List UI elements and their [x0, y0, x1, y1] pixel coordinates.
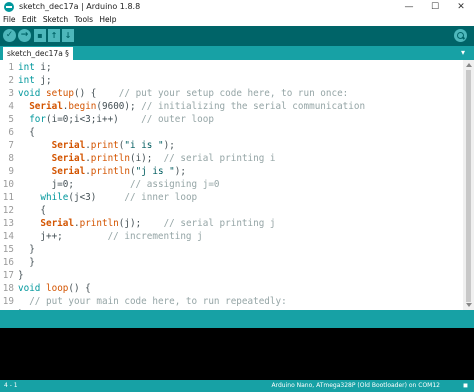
- line-number: 17: [2, 270, 14, 281]
- code-text[interactable]: }: [18, 256, 35, 269]
- output-console[interactable]: [0, 328, 474, 380]
- editor-scrollbar[interactable]: [463, 60, 474, 310]
- title-bar: sketch_dec17a | Arduino 1.8.8 — ☐ ✕: [0, 0, 474, 14]
- code-text[interactable]: Serial.print("i is ");: [18, 139, 175, 152]
- menu-file[interactable]: File: [3, 14, 16, 26]
- line-number: 11: [2, 192, 14, 203]
- menu-bar: File Edit Sketch Tools Help: [0, 14, 474, 26]
- tab-sketch[interactable]: sketch_dec17a §: [3, 47, 73, 60]
- line-number: 4: [8, 101, 14, 112]
- code-text[interactable]: void loop() {: [18, 282, 91, 295]
- code-line[interactable]: 3 void setup() { // put your setup code h…: [0, 87, 463, 100]
- new-sketch-button[interactable]: ▪: [34, 29, 46, 42]
- code-line[interactable]: 15 }: [0, 243, 463, 256]
- code-line[interactable]: 7 Serial.print("i is ");: [0, 139, 463, 152]
- scroll-down-icon[interactable]: [466, 303, 472, 307]
- toolbar: ✓ → ▪ ↑ ↓: [0, 26, 474, 46]
- status-bar: 4 - 1 Arduino Nano, ATmega328P (Old Boot…: [0, 380, 474, 392]
- scrollbar-thumb[interactable]: [466, 70, 471, 302]
- menu-sketch[interactable]: Sketch: [43, 14, 68, 26]
- line-number: 18: [2, 283, 14, 294]
- code-text[interactable]: int j;: [18, 74, 52, 87]
- code-text[interactable]: Serial.begin(9600); // initializing the …: [18, 100, 365, 113]
- code-line[interactable]: 11 while(j<3) // inner loop: [0, 191, 463, 204]
- code-line[interactable]: 12 {: [0, 204, 463, 217]
- line-number: 19: [2, 296, 14, 307]
- code-line[interactable]: 19 // put your main code here, to run re…: [0, 295, 463, 308]
- open-sketch-button[interactable]: ↑: [48, 29, 60, 42]
- code-text[interactable]: Serial.println("j is ");: [18, 165, 186, 178]
- line-number: 15: [2, 244, 14, 255]
- tab-row: sketch_dec17a § ▾: [0, 46, 474, 60]
- menu-edit[interactable]: Edit: [22, 14, 37, 26]
- code-line[interactable]: 9 Serial.println("j is ");: [0, 165, 463, 178]
- code-text[interactable]: {: [18, 204, 46, 217]
- code-text[interactable]: for(i=0;i<3;i++) // outer loop: [18, 113, 214, 126]
- code-text[interactable]: j=0; // assigning j=0: [18, 178, 220, 191]
- verify-button[interactable]: ✓: [3, 29, 16, 42]
- code-line[interactable]: 2 int j;: [0, 74, 463, 87]
- code-text[interactable]: j++; // incrementing j: [18, 230, 202, 243]
- line-number: 5: [8, 114, 14, 125]
- message-area: [0, 310, 474, 328]
- code-line[interactable]: 5 for(i=0;i<3;i++) // outer loop: [0, 113, 463, 126]
- code-text[interactable]: // put your main code here, to run repea…: [18, 295, 286, 308]
- cursor-line-number: 4 - 1: [4, 382, 18, 389]
- line-number: 14: [2, 231, 14, 242]
- minimize-button[interactable]: —: [396, 0, 422, 14]
- code-editor[interactable]: 1 int i; 2 int j; 3 void setup() { // put you…: [0, 60, 463, 310]
- code-text[interactable]: int i;: [18, 61, 52, 74]
- line-number: 7: [8, 140, 14, 151]
- code-line[interactable]: 4 Serial.begin(9600); // initializing th…: [0, 100, 463, 113]
- scroll-up-icon[interactable]: [466, 63, 472, 67]
- arduino-logo-icon: [4, 2, 14, 12]
- line-number: 1: [8, 62, 14, 73]
- code-text[interactable]: Serial.println(i); // serial printing i: [18, 152, 276, 165]
- code-line[interactable]: 1 int i;: [0, 61, 463, 74]
- line-number: 6: [8, 127, 14, 138]
- code-line[interactable]: 8 Serial.println(i); // serial printing …: [0, 152, 463, 165]
- maximize-button[interactable]: ☐: [422, 0, 448, 14]
- line-number: 13: [2, 218, 14, 229]
- line-number: 16: [2, 257, 14, 268]
- status-toggle-icon: ◼: [463, 382, 468, 389]
- line-number: 8: [8, 153, 14, 164]
- code-line[interactable]: 16 }: [0, 256, 463, 269]
- tab-menu-icon[interactable]: ▾: [458, 48, 468, 58]
- code-line[interactable]: 6 {: [0, 126, 463, 139]
- save-sketch-button[interactable]: ↓: [62, 29, 74, 42]
- line-number: 9: [8, 166, 14, 177]
- menu-help[interactable]: Help: [99, 14, 116, 26]
- line-number: 12: [2, 205, 14, 216]
- code-line[interactable]: 17}: [0, 269, 463, 282]
- code-text[interactable]: while(j<3) // inner loop: [18, 191, 197, 204]
- line-number: 10: [2, 179, 14, 190]
- code-text[interactable]: Serial.println(j); // serial printing j: [18, 217, 275, 230]
- menu-tools[interactable]: Tools: [75, 14, 93, 26]
- line-number: 2: [8, 75, 14, 86]
- code-line[interactable]: 10 j=0; // assigning j=0: [0, 178, 463, 191]
- upload-button[interactable]: →: [18, 29, 31, 42]
- code-line[interactable]: 13 Serial.println(j); // serial printing…: [0, 217, 463, 230]
- window-title: sketch_dec17a | Arduino 1.8.8: [19, 2, 141, 11]
- close-button[interactable]: ✕: [448, 0, 474, 14]
- serial-monitor-icon[interactable]: [454, 29, 467, 42]
- code-text[interactable]: {: [18, 126, 35, 139]
- code-text[interactable]: }: [18, 243, 35, 256]
- code-line[interactable]: 18 void loop() {: [0, 282, 463, 295]
- code-line[interactable]: 14 j++; // incrementing j: [0, 230, 463, 243]
- code-text[interactable]: }: [18, 269, 24, 282]
- line-number: 3: [8, 88, 14, 99]
- board-info: Arduino Nano, ATmega328P (Old Bootloader…: [271, 382, 440, 389]
- code-text[interactable]: void setup() { // put your setup code he…: [18, 87, 348, 100]
